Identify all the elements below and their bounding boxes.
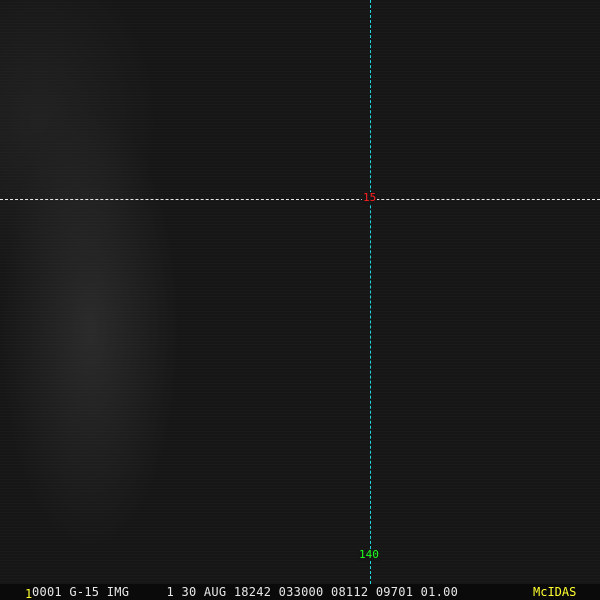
longitude-label: 140 [358,548,380,561]
status-bar: 1 0001 G-15 IMG 1 30 AUG 18242 033000 08… [0,584,600,600]
latitude-grid-line [0,199,600,200]
satellite-image[interactable] [0,0,600,584]
mcidas-brand: McIDAS [533,585,577,599]
longitude-grid-line [370,0,371,584]
image-info-text: 0001 G-15 IMG 1 30 AUG 18242 033000 0811… [32,585,459,599]
latitude-label: 15 [362,191,378,204]
mcidas-display: 15 140 1 0001 G-15 IMG 1 30 AUG 18242 03… [0,0,600,600]
